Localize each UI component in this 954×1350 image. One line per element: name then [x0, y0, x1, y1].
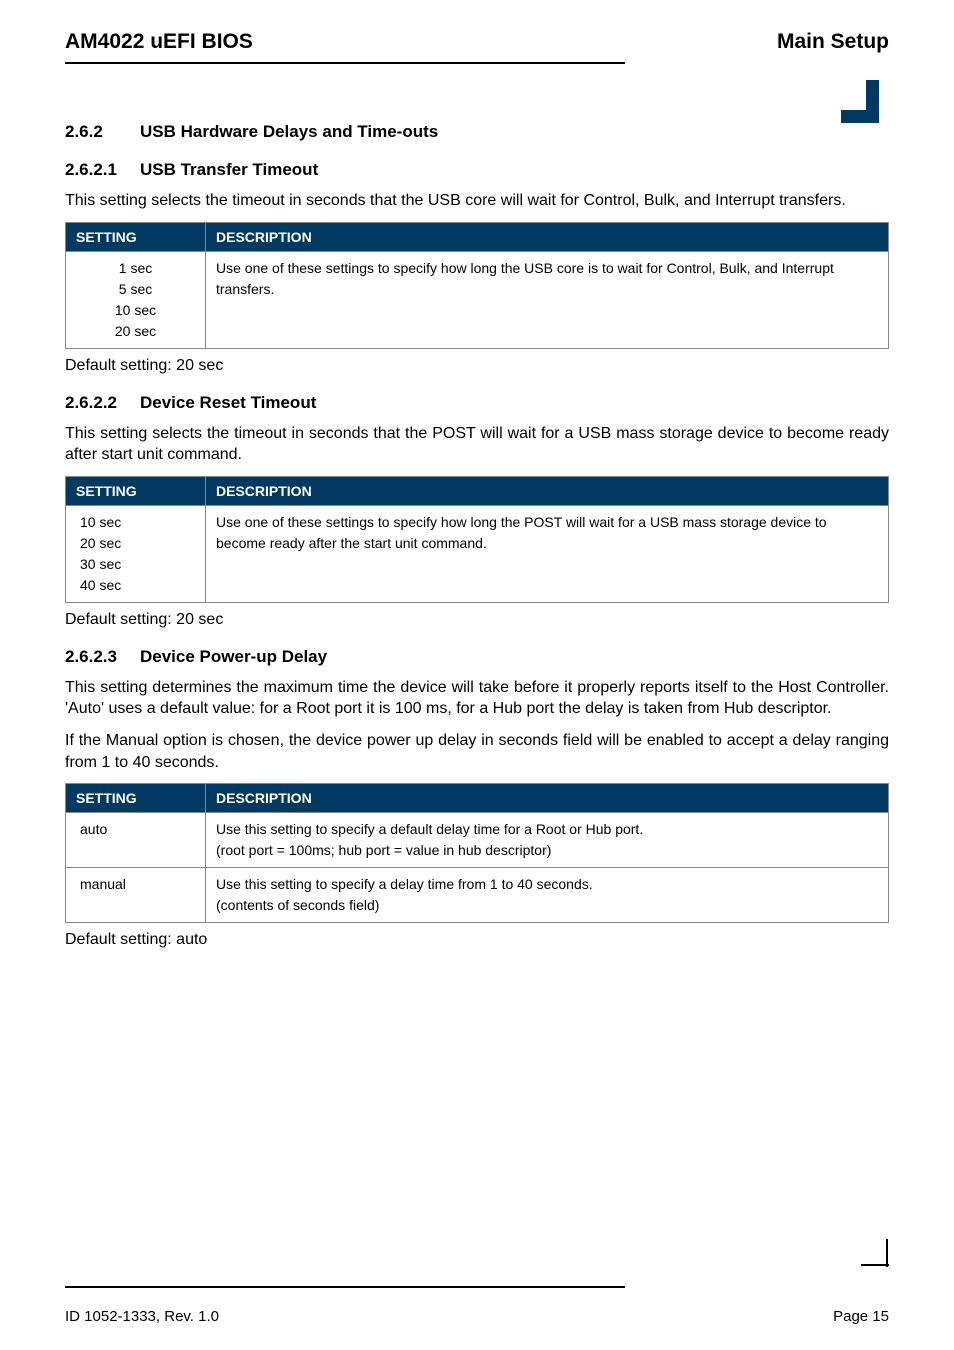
sub-title: Device Power-up Delay: [140, 647, 327, 667]
setting-options: 1 sec 5 sec 10 sec 20 sec: [66, 251, 206, 348]
th-setting: SETTING: [66, 476, 206, 505]
header-right: Main Setup: [777, 30, 889, 54]
intro-text: This setting selects the timeout in seco…: [65, 423, 889, 466]
default-setting: Default setting: 20 sec: [65, 357, 889, 375]
section-2-6-2-3-heading: 2.6.2.3 Device Power-up Delay: [65, 647, 889, 667]
page-header: AM4022 uEFI BIOS Main Setup: [65, 30, 889, 54]
setting-options: 10 sec 20 sec 30 sec 40 sec: [66, 505, 206, 602]
device-reset-timeout-table: SETTING DESCRIPTION 10 sec 20 sec 30 sec…: [65, 476, 889, 603]
default-setting: Default setting: auto: [65, 931, 889, 949]
corner-logo-icon: [841, 80, 889, 128]
footer-corner-icon: [861, 1239, 889, 1272]
footer-rule: [65, 1286, 625, 1288]
sub-number: 2.6.2.2: [65, 393, 140, 413]
sub-title: Device Reset Timeout: [140, 393, 316, 413]
section-2-6-2-2-heading: 2.6.2.2 Device Reset Timeout: [65, 393, 889, 413]
sub-number: 2.6.2.1: [65, 160, 140, 180]
footer-left: ID 1052-1333, Rev. 1.0: [65, 1308, 219, 1325]
intro-text-1: This setting determines the maximum time…: [65, 677, 889, 720]
sub-number: 2.6.2.3: [65, 647, 140, 667]
table-row: 1 sec 5 sec 10 sec 20 sec Use one of the…: [66, 251, 889, 348]
table-row: 10 sec 20 sec 30 sec 40 sec Use one of t…: [66, 505, 889, 602]
section-2-6-2-heading: 2.6.2 USB Hardware Delays and Time-outs: [65, 122, 889, 142]
header-rule: [65, 62, 625, 64]
table-row: manual Use this setting to specify a del…: [66, 868, 889, 923]
setting-description: Use one of these settings to specify how…: [206, 505, 889, 602]
setting-manual-description: Use this setting to specify a delay time…: [206, 868, 889, 923]
section-2-6-2-1-heading: 2.6.2.1 USB Transfer Timeout: [65, 160, 889, 180]
th-setting: SETTING: [66, 222, 206, 251]
default-setting: Default setting: 20 sec: [65, 611, 889, 629]
header-left: AM4022 uEFI BIOS: [65, 30, 253, 54]
intro-text-2: If the Manual option is chosen, the devi…: [65, 730, 889, 773]
th-setting: SETTING: [66, 784, 206, 813]
page-footer: ID 1052-1333, Rev. 1.0 Page 15: [65, 1286, 889, 1325]
th-description: DESCRIPTION: [206, 784, 889, 813]
setting-auto-description: Use this setting to specify a default de…: [206, 813, 889, 868]
usb-transfer-timeout-table: SETTING DESCRIPTION 1 sec 5 sec 10 sec 2…: [65, 222, 889, 349]
intro-text: This setting selects the timeout in seco…: [65, 190, 889, 212]
setting-auto: auto: [66, 813, 206, 868]
sub-title: USB Transfer Timeout: [140, 160, 318, 180]
setting-manual: manual: [66, 868, 206, 923]
section-number: 2.6.2: [65, 122, 140, 142]
table-row: auto Use this setting to specify a defau…: [66, 813, 889, 868]
setting-description: Use one of these settings to specify how…: [206, 251, 889, 348]
footer-right: Page 15: [833, 1308, 889, 1325]
device-power-up-delay-table: SETTING DESCRIPTION auto Use this settin…: [65, 783, 889, 923]
th-description: DESCRIPTION: [206, 222, 889, 251]
th-description: DESCRIPTION: [206, 476, 889, 505]
section-title: USB Hardware Delays and Time-outs: [140, 122, 438, 142]
